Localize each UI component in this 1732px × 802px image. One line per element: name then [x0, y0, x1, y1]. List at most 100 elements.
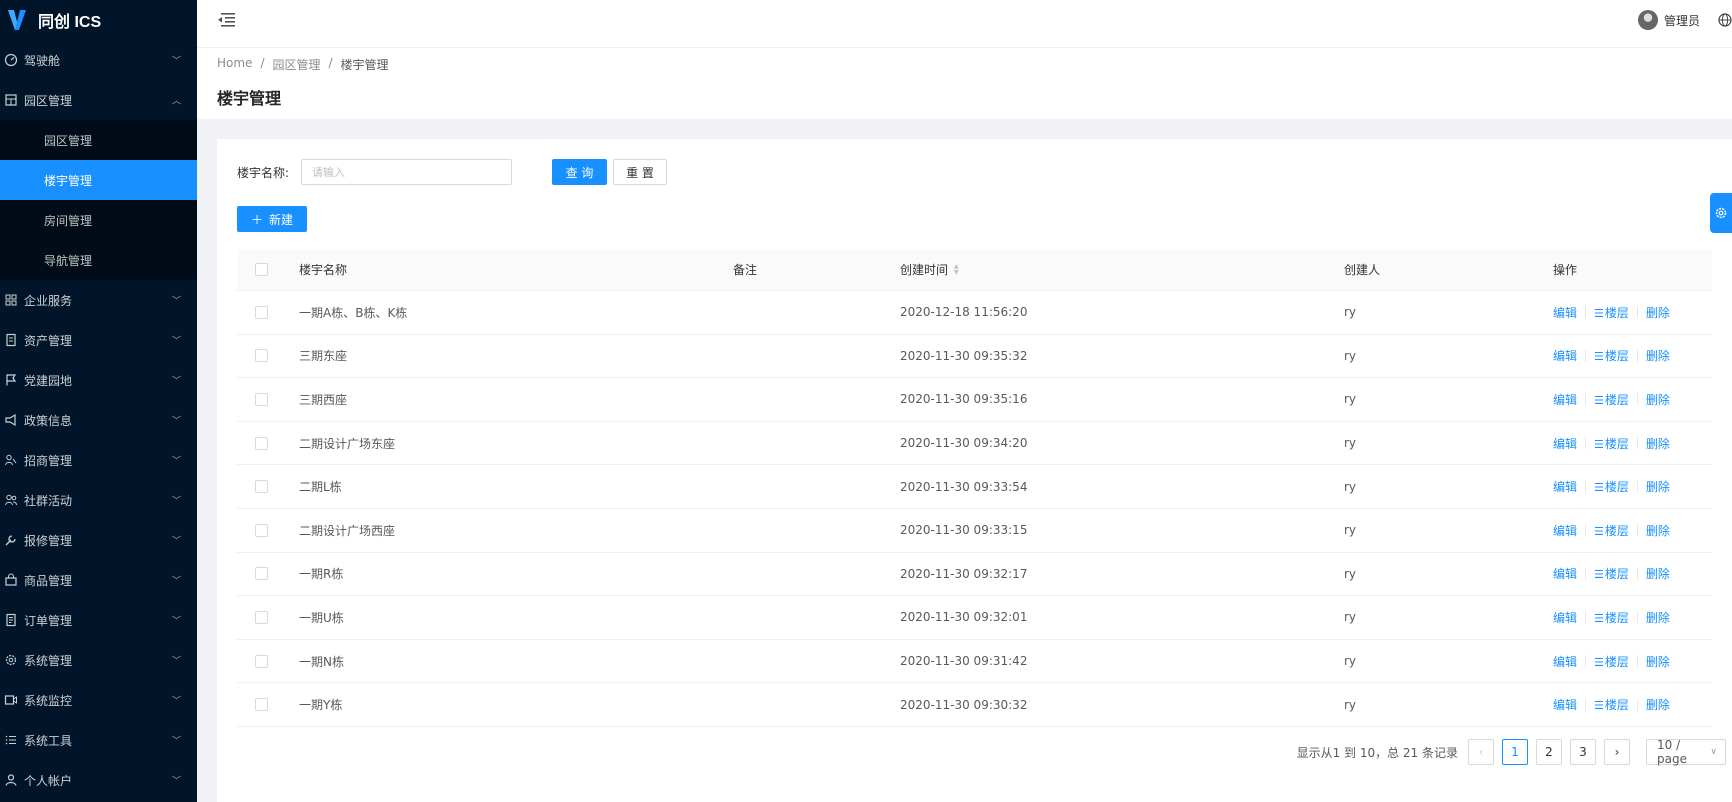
sidebar-item[interactable]: 招商管理 ﹀ — [0, 440, 197, 480]
chevron-down-icon: ﹀ — [171, 296, 181, 307]
app-logo[interactable]: 同创 ICS — [0, 0, 197, 40]
select-all-checkbox[interactable] — [255, 263, 268, 276]
buildings-table: 楼宇名称 备注 创建时间 ▲ ▼ 创建人 操作 一期A栋、B栋、K栋 2020-12… — [237, 249, 1712, 727]
sidebar-subitem[interactable]: 导航管理 — [0, 240, 197, 280]
next-page-button[interactable]: › — [1604, 739, 1630, 765]
floors-link[interactable]: ☰楼层 — [1594, 478, 1629, 495]
prev-page-button[interactable]: ‹ — [1468, 739, 1494, 765]
breadcrumb-separator: / — [260, 56, 265, 70]
list-icon: ☰ — [1594, 655, 1604, 669]
cell-actions: 编辑 ☰楼层 删除 — [1553, 653, 1712, 670]
sidebar-item-label: 政策信息 — [24, 413, 73, 428]
query-button[interactable]: 查 询 — [552, 159, 607, 185]
sidebar-item[interactable]: 资产管理 ﹀ — [0, 320, 197, 360]
sidebar-item-label: 社群活动 — [24, 493, 73, 508]
edit-link[interactable]: 编辑 — [1553, 609, 1577, 626]
sidebar-item[interactable]: 报修管理 ﹀ — [0, 520, 197, 560]
delete-link[interactable]: 删除 — [1646, 478, 1670, 495]
cell-actions: 编辑 ☰楼层 删除 — [1553, 391, 1712, 408]
sidebar-group-5: 政策信息 ﹀ — [0, 400, 197, 440]
delete-link[interactable]: 删除 — [1646, 522, 1670, 539]
row-checkbox[interactable] — [255, 480, 268, 494]
edit-link[interactable]: 编辑 — [1553, 696, 1577, 713]
edit-link[interactable]: 编辑 — [1553, 435, 1577, 452]
column-header-actions: 操作 — [1553, 263, 1578, 277]
row-checkbox[interactable] — [255, 698, 268, 712]
sidebar-item[interactable]: 驾驶舱 ﹀ — [0, 40, 197, 80]
floors-link-label: 楼层 — [1604, 392, 1629, 407]
floors-link[interactable]: ☰楼层 — [1594, 347, 1629, 364]
sidebar-item[interactable]: 政策信息 ﹀ — [0, 400, 197, 440]
edit-link[interactable]: 编辑 — [1553, 347, 1577, 364]
delete-link[interactable]: 删除 — [1646, 391, 1670, 408]
sidebar-item[interactable]: 党建园地 ﹀ — [0, 360, 197, 400]
avatar[interactable] — [1637, 10, 1658, 30]
edit-link[interactable]: 编辑 — [1553, 391, 1577, 408]
gear-icon — [1715, 207, 1727, 219]
sidebar-item-label: 驾驶舱 — [24, 53, 61, 68]
page-button-3[interactable]: 3 — [1570, 739, 1596, 765]
sidebar-item[interactable]: 订单管理 ﹀ — [0, 600, 197, 640]
page-button-2[interactable]: 2 — [1536, 739, 1562, 765]
sidebar-item[interactable]: 社群活动 ﹀ — [0, 480, 197, 520]
delete-link[interactable]: 删除 — [1646, 696, 1670, 713]
delete-link[interactable]: 删除 — [1646, 347, 1670, 364]
column-header-created[interactable]: 创建时间 ▲ ▼ — [900, 261, 1344, 278]
sidebar-item[interactable]: 系统监控 ﹀ — [0, 680, 197, 720]
edit-link[interactable]: 编辑 — [1553, 304, 1577, 321]
sidebar-subitem[interactable]: 房间管理 — [0, 200, 197, 240]
floors-link[interactable]: ☰楼层 — [1594, 565, 1629, 582]
edit-link[interactable]: 编辑 — [1553, 653, 1577, 670]
floors-link[interactable]: ☰楼层 — [1594, 435, 1629, 452]
row-checkbox[interactable] — [255, 610, 268, 624]
edit-link[interactable]: 编辑 — [1553, 478, 1577, 495]
delete-link[interactable]: 删除 — [1646, 653, 1670, 670]
page-size-select[interactable]: 10 / page ∨ — [1646, 738, 1726, 766]
settings-drawer-handle[interactable] — [1710, 193, 1732, 233]
sidebar-item[interactable]: 园区管理 ︿ — [0, 80, 197, 120]
row-checkbox[interactable] — [255, 392, 268, 406]
sidebar-item[interactable]: 商品管理 ﹀ — [0, 560, 197, 600]
edit-link[interactable]: 编辑 — [1553, 522, 1577, 539]
menu-fold-icon[interactable] — [217, 12, 235, 28]
floors-link[interactable]: ☰楼层 — [1594, 653, 1629, 670]
sidebar-item[interactable]: 个人帐户 ﹀ — [0, 760, 197, 800]
globe-icon[interactable] — [1718, 13, 1732, 27]
breadcrumb-home[interactable]: Home — [217, 56, 252, 73]
delete-link[interactable]: 删除 — [1646, 304, 1670, 321]
chevron-left-icon: ‹ — [1478, 745, 1484, 759]
row-checkbox[interactable] — [255, 567, 268, 581]
page-title: 楼宇管理 — [217, 89, 282, 108]
list-icon: ☰ — [1594, 611, 1604, 625]
row-checkbox[interactable] — [255, 305, 268, 319]
delete-link[interactable]: 删除 — [1646, 609, 1670, 626]
breadcrumb-park[interactable]: 园区管理 — [272, 56, 320, 73]
tool-icon — [5, 535, 16, 546]
building-name-input[interactable] — [301, 159, 512, 185]
floors-link[interactable]: ☰楼层 — [1594, 609, 1629, 626]
row-checkbox[interactable] — [255, 436, 268, 450]
sidebar-item[interactable]: 系统管理 ﹀ — [0, 640, 197, 680]
row-checkbox[interactable] — [255, 654, 268, 668]
floors-link[interactable]: ☰楼层 — [1594, 304, 1629, 321]
floors-link[interactable]: ☰楼层 — [1594, 696, 1629, 713]
row-checkbox[interactable] — [255, 523, 268, 537]
sidebar-subitem[interactable]: 园区管理 — [0, 120, 197, 160]
chevron-up-icon: ︿ — [171, 96, 181, 107]
floors-link[interactable]: ☰楼层 — [1594, 391, 1629, 408]
sidebar-item[interactable]: 企业服务 ﹀ — [0, 280, 197, 320]
sort-icon[interactable]: ▲ ▼ — [954, 263, 959, 276]
delete-link[interactable]: 删除 — [1646, 565, 1670, 582]
page-button-1[interactable]: 1 — [1502, 739, 1528, 765]
delete-link[interactable]: 删除 — [1646, 435, 1670, 452]
reset-button[interactable]: 重 置 — [613, 159, 667, 185]
sidebar-item-label: 园区管理 — [24, 93, 73, 108]
row-checkbox[interactable] — [255, 349, 268, 363]
action-divider — [1585, 349, 1587, 362]
sidebar-item[interactable]: 系统工具 ﹀ — [0, 720, 197, 760]
new-button[interactable]: ＋ 新建 — [237, 206, 307, 232]
floors-link[interactable]: ☰楼层 — [1594, 522, 1629, 539]
username[interactable]: 管理员 — [1664, 12, 1700, 29]
edit-link[interactable]: 编辑 — [1553, 565, 1577, 582]
sidebar-subitem[interactable]: 楼宇管理 — [0, 160, 197, 200]
